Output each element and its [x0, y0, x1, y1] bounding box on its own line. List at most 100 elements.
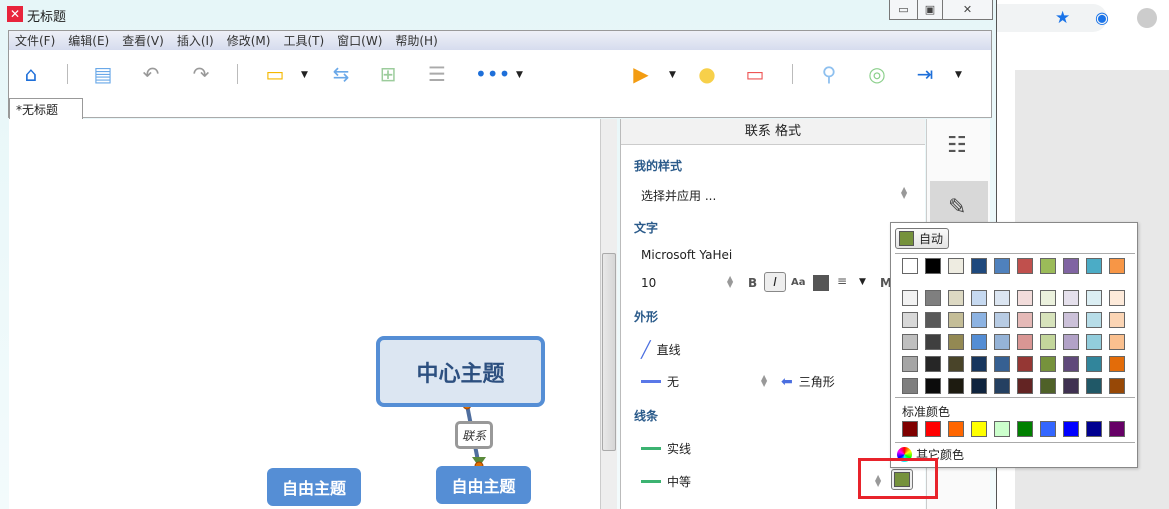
- text-case-button[interactable]: Aa: [791, 277, 806, 288]
- theme-color-swatch[interactable]: [902, 258, 918, 274]
- standard-color-swatch[interactable]: [994, 421, 1010, 437]
- more-icon[interactable]: •••: [475, 62, 510, 86]
- italic-button[interactable]: I: [764, 272, 786, 292]
- theme-color-swatch[interactable]: [994, 258, 1010, 274]
- style-select[interactable]: 选择并应用 ...: [641, 187, 716, 204]
- brainstorm-bulb-icon[interactable]: ●: [693, 62, 721, 86]
- spinner-icon[interactable]: ▲ ▼: [761, 374, 767, 388]
- line-width-select[interactable]: 中等: [641, 473, 691, 490]
- theme-shade-swatch[interactable]: [971, 356, 987, 372]
- auto-color-button[interactable]: 自动: [895, 228, 949, 249]
- theme-shade-swatch[interactable]: [1063, 356, 1079, 372]
- theme-shade-swatch[interactable]: [1086, 378, 1102, 394]
- theme-shade-swatch[interactable]: [1086, 290, 1102, 306]
- theme-shade-swatch[interactable]: [1017, 378, 1033, 394]
- theme-shade-swatch[interactable]: [925, 378, 941, 394]
- standard-color-swatch[interactable]: [902, 421, 918, 437]
- chevron-down-icon[interactable]: ▼: [955, 70, 962, 80]
- relationship-icon[interactable]: ⇆: [327, 62, 355, 86]
- theme-shade-swatch[interactable]: [1109, 356, 1125, 372]
- standard-color-swatch[interactable]: [1109, 421, 1125, 437]
- text-color-button[interactable]: [813, 275, 829, 291]
- theme-shade-swatch[interactable]: [1017, 312, 1033, 328]
- theme-shade-swatch[interactable]: [1040, 356, 1056, 372]
- theme-shade-swatch[interactable]: [1063, 334, 1079, 350]
- theme-shade-swatch[interactable]: [925, 334, 941, 350]
- theme-color-swatch[interactable]: [1063, 258, 1079, 274]
- theme-shade-swatch[interactable]: [948, 312, 964, 328]
- menu-help[interactable]: 帮助(H): [389, 32, 444, 49]
- theme-color-swatch[interactable]: [948, 258, 964, 274]
- profile-avatar-icon[interactable]: [1137, 8, 1157, 28]
- theme-shade-swatch[interactable]: [1109, 378, 1125, 394]
- theme-shade-swatch[interactable]: [925, 356, 941, 372]
- central-topic[interactable]: 中心主题: [376, 336, 545, 407]
- theme-shade-swatch[interactable]: [1109, 290, 1125, 306]
- floating-topic[interactable]: 自由主题: [436, 466, 531, 504]
- theme-shade-swatch[interactable]: [1017, 334, 1033, 350]
- theme-shade-swatch[interactable]: [1040, 378, 1056, 394]
- line-pattern-select[interactable]: 实线: [641, 440, 691, 457]
- theme-shade-swatch[interactable]: [1040, 334, 1056, 350]
- font-select[interactable]: Microsoft YaHei: [641, 248, 732, 262]
- theme-color-swatch[interactable]: [971, 258, 987, 274]
- theme-shade-swatch[interactable]: [1109, 312, 1125, 328]
- presentation-icon[interactable]: ▶: [627, 62, 655, 86]
- menu-insert[interactable]: 插入(I): [171, 32, 221, 49]
- relationship-label[interactable]: 联系: [455, 421, 493, 449]
- minimize-button[interactable]: ▭: [889, 0, 918, 20]
- theme-shade-swatch[interactable]: [971, 312, 987, 328]
- share-icon[interactable]: ◎: [863, 62, 891, 86]
- standard-color-swatch[interactable]: [1086, 421, 1102, 437]
- theme-color-swatch[interactable]: [1017, 258, 1033, 274]
- theme-shade-swatch[interactable]: [1063, 312, 1079, 328]
- standard-color-swatch[interactable]: [925, 421, 941, 437]
- menu-view[interactable]: 查看(V): [116, 32, 171, 49]
- tab-untitled[interactable]: *无标题: [9, 98, 83, 119]
- standard-color-swatch[interactable]: [971, 421, 987, 437]
- search-icon[interactable]: ⚲: [815, 62, 843, 86]
- menu-modify[interactable]: 修改(M): [221, 32, 278, 49]
- theme-shade-swatch[interactable]: [902, 312, 918, 328]
- theme-shade-swatch[interactable]: [1040, 312, 1056, 328]
- theme-shade-swatch[interactable]: [925, 290, 941, 306]
- menu-window[interactable]: 窗口(W): [331, 32, 389, 49]
- theme-shade-swatch[interactable]: [994, 290, 1010, 306]
- theme-shade-swatch[interactable]: [948, 356, 964, 372]
- align-icon[interactable]: ≡: [837, 274, 847, 288]
- theme-shade-swatch[interactable]: [1109, 334, 1125, 350]
- relationship-line[interactable]: [9, 119, 600, 509]
- theme-shade-swatch[interactable]: [1017, 290, 1033, 306]
- theme-shade-swatch[interactable]: [902, 356, 918, 372]
- theme-shade-swatch[interactable]: [994, 312, 1010, 328]
- outline-icon[interactable]: ☷: [947, 133, 967, 158]
- theme-shade-swatch[interactable]: [994, 378, 1010, 394]
- gantt-icon[interactable]: ▭: [741, 62, 769, 86]
- theme-shade-swatch[interactable]: [1063, 290, 1079, 306]
- theme-shade-swatch[interactable]: [902, 290, 918, 306]
- theme-color-swatch[interactable]: [1040, 258, 1056, 274]
- home-icon[interactable]: ⌂: [17, 62, 45, 86]
- menu-edit[interactable]: 编辑(E): [62, 32, 116, 49]
- scrollbar-thumb[interactable]: [602, 253, 616, 451]
- theme-shade-swatch[interactable]: [1017, 356, 1033, 372]
- start-arrow-select[interactable]: 无: [641, 373, 679, 390]
- chevron-down-icon[interactable]: ▼: [859, 277, 866, 287]
- restore-button[interactable]: ▣: [917, 0, 943, 20]
- address-bar[interactable]: [997, 4, 1107, 32]
- redo-icon[interactable]: ↷: [187, 62, 215, 86]
- theme-shade-swatch[interactable]: [971, 334, 987, 350]
- theme-color-swatch[interactable]: [1109, 258, 1125, 274]
- standard-color-swatch[interactable]: [948, 421, 964, 437]
- theme-shade-swatch[interactable]: [1063, 378, 1079, 394]
- line-shape-select[interactable]: ╱ 直线: [641, 340, 681, 359]
- theme-color-swatch[interactable]: [1086, 258, 1102, 274]
- theme-shade-swatch[interactable]: [971, 290, 987, 306]
- theme-shade-swatch[interactable]: [902, 334, 918, 350]
- boundary-icon[interactable]: ⊞: [374, 62, 402, 86]
- theme-color-swatch[interactable]: [925, 258, 941, 274]
- chevron-down-icon[interactable]: ▼: [516, 70, 523, 80]
- insert-topic-icon[interactable]: ▭: [261, 62, 289, 86]
- mindmap-canvas[interactable]: 中心主题 联系 自由主题 自由主题: [9, 119, 600, 509]
- theme-shade-swatch[interactable]: [948, 290, 964, 306]
